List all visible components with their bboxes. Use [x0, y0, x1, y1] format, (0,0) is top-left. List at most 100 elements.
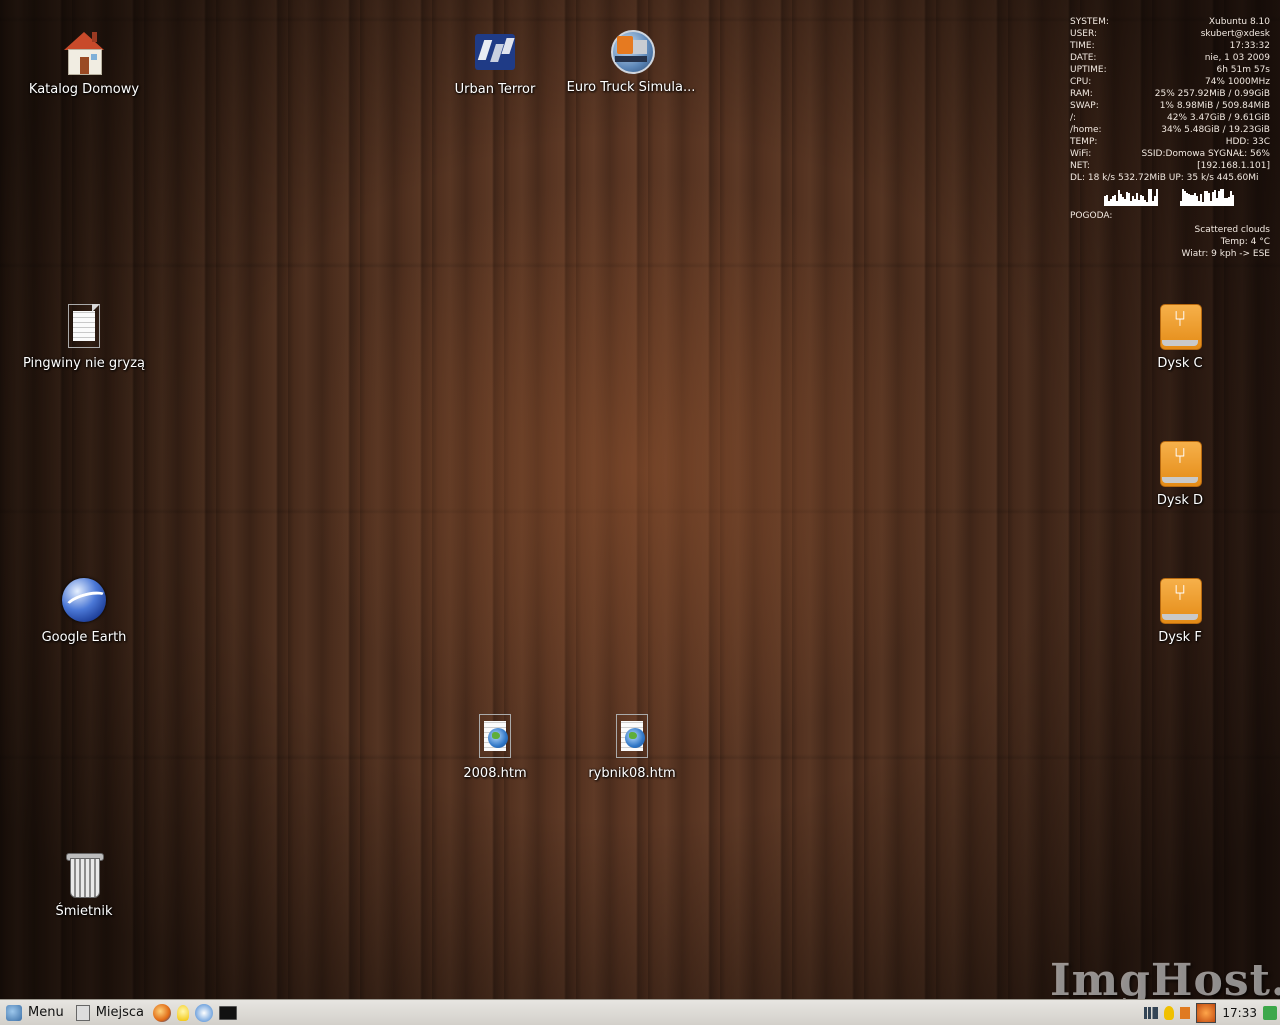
usb-drive-icon: ⑂	[1156, 439, 1204, 487]
icon-label: Pingwiny nie gryzą	[22, 356, 146, 371]
home-folder-icon	[60, 28, 108, 76]
conky-row-home: /home: 34% 5.48GiB / 19.23GiB	[1070, 124, 1270, 136]
desktop-icon-disk-f[interactable]: ⑂ Dysk F	[1112, 576, 1248, 646]
conky-value: 42% 3.47GiB / 9.61GiB	[1167, 113, 1270, 123]
conky-row-wifi: WiFi: SSID:Domowa SYGNAŁ: 56%	[1070, 148, 1270, 160]
icon-label: 2008.htm	[463, 766, 527, 781]
menu-button[interactable]: Menu	[0, 1001, 70, 1024]
conky-key: CPU:	[1070, 77, 1092, 87]
tray-lightbulb-icon[interactable]	[1164, 1005, 1175, 1020]
graph-bar	[1156, 189, 1158, 206]
firefox-launcher-icon[interactable]	[153, 1003, 172, 1022]
firefox-taskbar-icon[interactable]	[1196, 1002, 1217, 1023]
conky-key: SWAP:	[1070, 101, 1099, 111]
conky-value: HDD: 33C	[1225, 137, 1270, 147]
icon-label: Urban Terror	[454, 82, 536, 97]
xfce-menu-icon	[6, 1004, 22, 1021]
menu-label: Menu	[28, 1005, 64, 1020]
tray-app-icon[interactable]	[1180, 1006, 1191, 1019]
trash-icon	[60, 850, 108, 898]
conky-net-traffic: DL: 18 k/s 532.72MiB UP: 35 k/s 445.60Mi	[1070, 173, 1259, 183]
desktop-icon-home-folder[interactable]: Katalog Domowy	[16, 28, 152, 98]
desktop-icon-google-earth[interactable]: Google Earth	[16, 576, 152, 646]
conky-value: 74% 1000MHz	[1204, 77, 1270, 87]
conky-key: SYSTEM:	[1070, 17, 1109, 27]
desktop-icon-disk-c[interactable]: ⑂ Dysk C	[1112, 302, 1248, 372]
html-file-icon	[608, 712, 656, 760]
weather-wind: Wiatr: 9 kph -> ESE	[1181, 249, 1271, 259]
conky-row-swap: SWAP: 1% 8.98MiB / 509.84MiB	[1070, 100, 1270, 112]
desktop-icon-disk-d[interactable]: ⑂ Dysk D	[1112, 439, 1248, 509]
conky-row-uptime: UPTIME: 6h 51m 57s	[1070, 64, 1270, 76]
icon-label: Dysk D	[1156, 493, 1204, 508]
lightbulb-launcher-icon[interactable]	[177, 1004, 190, 1021]
conky-key: RAM:	[1070, 89, 1093, 99]
urban-terror-icon	[471, 28, 519, 76]
conky-key: UPTIME:	[1070, 65, 1107, 75]
places-label: Miejsca	[95, 1005, 145, 1020]
weather-description: Scattered clouds	[1194, 225, 1270, 235]
desktop-icon-urban-terror[interactable]: Urban Terror	[427, 28, 563, 98]
icon-label: Katalog Domowy	[28, 82, 140, 97]
conky-key: DATE:	[1070, 53, 1097, 63]
panel-clock[interactable]: 17:33	[1222, 1006, 1257, 1020]
conky-value: [192.168.1.101]	[1197, 161, 1270, 171]
conky-value: 17:33:32	[1229, 41, 1270, 51]
icon-label: Google Earth	[41, 630, 127, 645]
usb-drive-icon: ⑂	[1156, 576, 1204, 624]
icon-label: Euro Truck Simula...	[566, 80, 696, 95]
conky-row-temp: TEMP: HDD: 33C	[1070, 136, 1270, 148]
icon-label: Dysk C	[1157, 356, 1203, 371]
conky-value: SSID:Domowa SYGNAŁ: 56%	[1141, 149, 1270, 159]
upload-graph	[1180, 188, 1234, 206]
conky-value: 25% 257.92MiB / 0.99GiB	[1154, 89, 1270, 99]
html-file-icon	[471, 712, 519, 760]
download-graph	[1104, 188, 1158, 206]
icon-label: Śmietnik	[55, 904, 113, 919]
conky-row-cpu: CPU: 74% 1000MHz	[1070, 76, 1270, 88]
conky-key: /home:	[1070, 125, 1102, 135]
text-document-icon	[60, 302, 108, 350]
graph-bar	[1232, 195, 1234, 206]
conky-key: USER:	[1070, 29, 1097, 39]
places-button[interactable]: Miejsca	[70, 1001, 150, 1024]
media-player-launcher-icon[interactable]	[195, 1003, 214, 1022]
tray-green-icon[interactable]	[1263, 1005, 1277, 1020]
conky-key: TEMP:	[1070, 137, 1098, 147]
conky-key: TIME:	[1070, 41, 1095, 51]
conky-row-time: TIME: 17:33:32	[1070, 40, 1270, 52]
conky-value: 34% 5.48GiB / 19.23GiB	[1161, 125, 1270, 135]
conky-value: 1% 8.98MiB / 509.84MiB	[1159, 101, 1270, 111]
conky-row-date: DATE: nie, 1 03 2009	[1070, 52, 1270, 64]
conky-key: WiFi:	[1070, 149, 1092, 159]
conky-row-system: SYSTEM: Xubuntu 8.10	[1070, 16, 1270, 28]
conky-row-user: USER: skubert@xdesk	[1070, 28, 1270, 40]
desktop-icon-file-rybnik[interactable]: rybnik08.htm	[564, 712, 700, 782]
bottom-panel: Menu Miejsca 17:33	[0, 999, 1280, 1025]
conky-value: skubert@xdesk	[1200, 29, 1270, 39]
network-signal-icon[interactable]	[1144, 1006, 1159, 1019]
conky-row-pogoda: POGODA:	[1070, 210, 1270, 222]
euro-truck-icon	[607, 26, 655, 74]
google-earth-icon	[60, 576, 112, 624]
desktop-icon-file-2008[interactable]: 2008.htm	[427, 712, 563, 782]
conky-row-dlup: DL: 18 k/s 532.72MiB UP: 35 k/s 445.60Mi	[1070, 172, 1270, 184]
conky-row-root: /: 42% 3.47GiB / 9.61GiB	[1070, 112, 1270, 124]
conky-net-graphs	[1070, 184, 1270, 210]
desktop-icon-text-document[interactable]: Pingwiny nie gryzą	[16, 302, 152, 372]
icon-label: rybnik08.htm	[588, 766, 676, 781]
places-icon	[75, 1004, 90, 1021]
conky-key: /:	[1070, 113, 1077, 123]
desktop-icon-trash[interactable]: Śmietnik	[16, 850, 152, 920]
desktop-icon-euro-truck[interactable]: Euro Truck Simula...	[563, 26, 699, 96]
usb-drive-icon: ⑂	[1156, 302, 1204, 350]
conky-key: NET:	[1070, 161, 1090, 171]
conky-row-net: NET: [192.168.1.101]	[1070, 160, 1270, 172]
conky-value: 6h 51m 57s	[1216, 65, 1270, 75]
conky-system-monitor: SYSTEM: Xubuntu 8.10 USER: skubert@xdesk T…	[1070, 16, 1270, 260]
system-tray: 17:33	[1141, 1000, 1280, 1025]
conky-value: nie, 1 03 2009	[1204, 53, 1270, 63]
terminal-launcher-icon[interactable]	[219, 1005, 238, 1020]
icon-label: Dysk F	[1158, 630, 1202, 645]
conky-key: POGODA:	[1070, 211, 1113, 221]
